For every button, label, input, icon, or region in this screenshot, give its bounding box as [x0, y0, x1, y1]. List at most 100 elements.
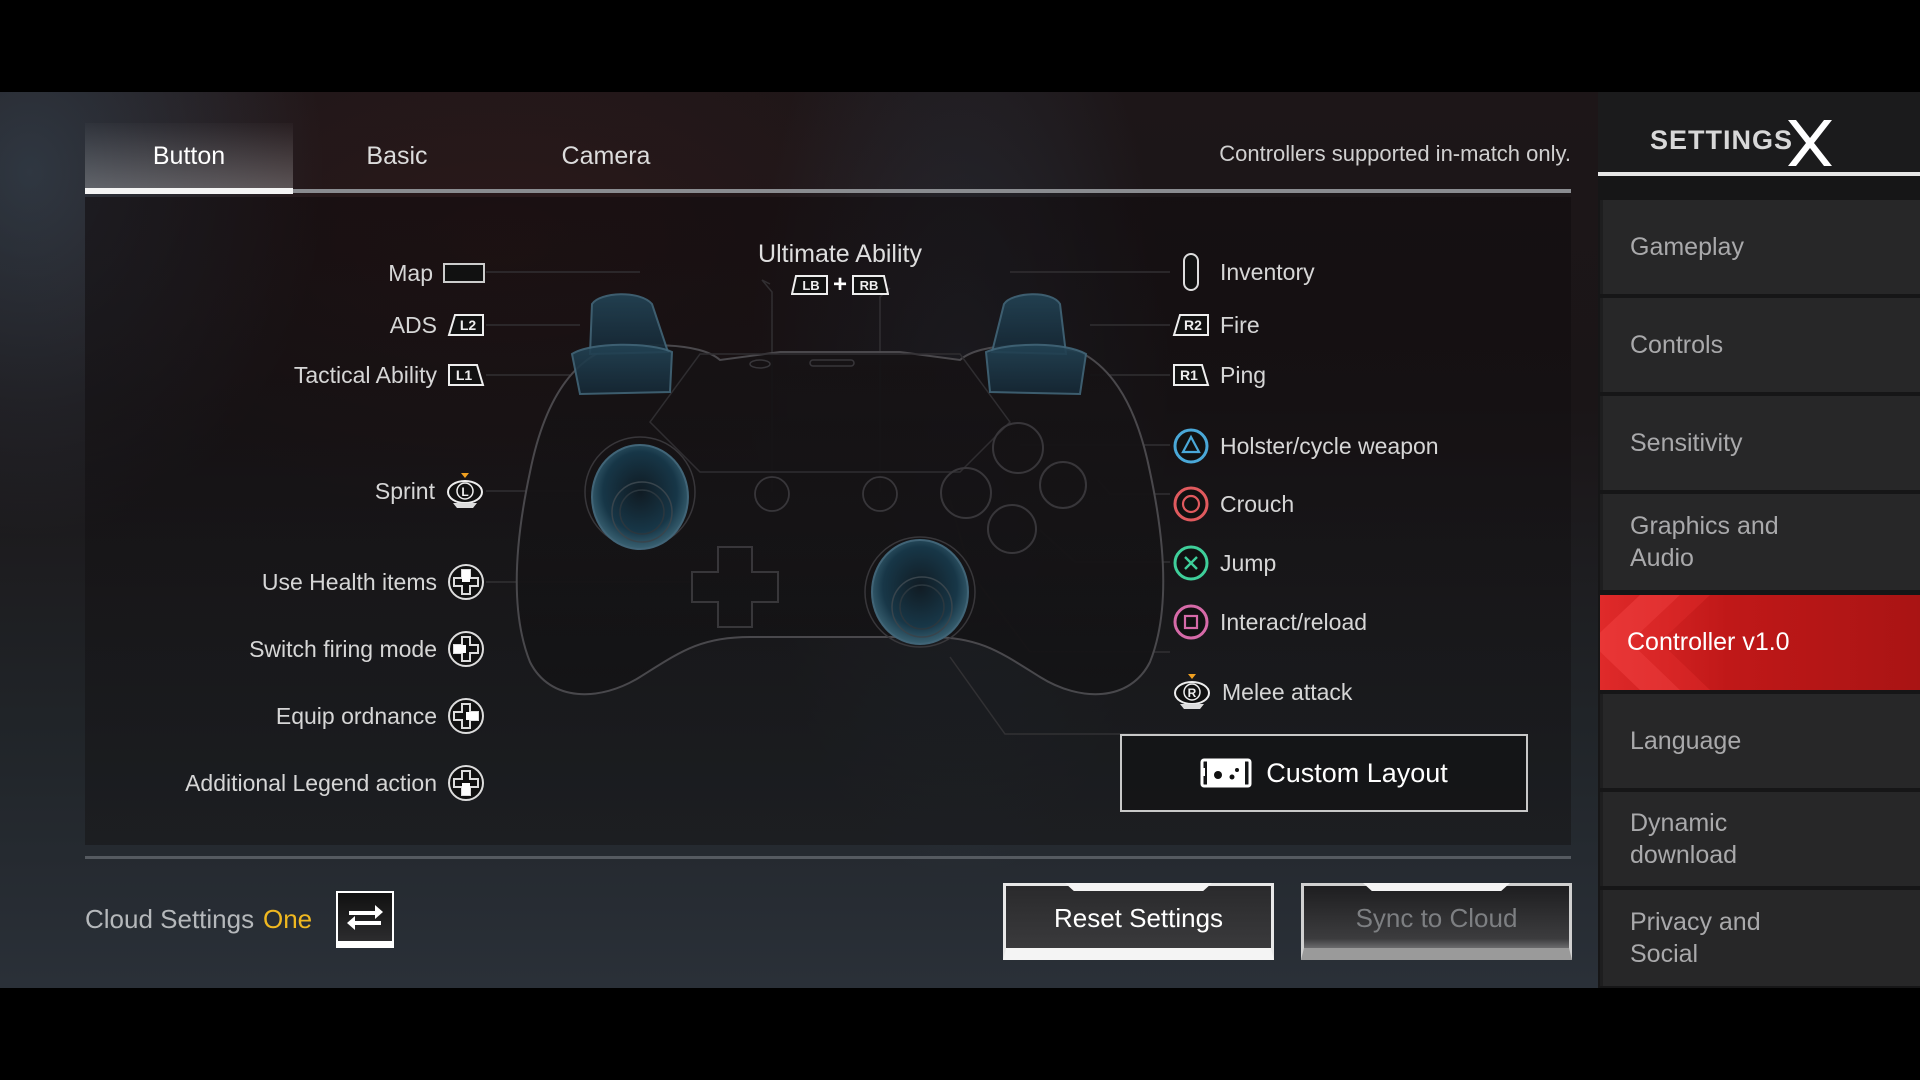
svg-text:R: R [1188, 686, 1197, 700]
l1-bumper-icon: L1 [447, 363, 485, 387]
custom-layout-label: Custom Layout [1266, 757, 1448, 788]
triangle-button-icon [1172, 427, 1210, 465]
ultimate-ability-label: Ultimate Ability [758, 240, 922, 268]
left-stick-press-icon: L [445, 472, 485, 510]
sidebar-item-privacy-and-social[interactable]: Privacy and Social [1600, 890, 1920, 986]
mapping-melee-attack[interactable]: R Melee attack [1172, 672, 1532, 712]
mapping-additional-legend-action[interactable]: Additional Legend action [80, 763, 485, 803]
sync-to-cloud-label: Sync to Cloud [1355, 903, 1518, 933]
cloud-settings-label: Cloud Settings [85, 904, 255, 934]
controllers-note: Controllers supported in-match only. [1219, 141, 1571, 166]
square-button-icon [1172, 603, 1210, 641]
sync-to-cloud-button[interactable]: Sync to Cloud [1301, 883, 1572, 960]
mapping-use-health-items[interactable]: Use Health items [120, 562, 485, 602]
tab-basic[interactable]: Basic [293, 123, 501, 189]
reset-settings-button[interactable]: Reset Settings [1003, 883, 1274, 960]
mapping-tactical-ability[interactable]: Tactical Ability L1 [150, 360, 485, 390]
close-icon [1788, 120, 1832, 166]
sidebar-header-underline [1598, 172, 1920, 176]
mapping-fire[interactable]: R2 Fire [1172, 310, 1532, 340]
circle-button-icon [1172, 485, 1210, 523]
ultimate-ability-mapping: Ultimate Ability LB + RB [720, 240, 960, 301]
letterbox-top [0, 0, 1920, 92]
mapping-label: Crouch [1220, 490, 1295, 517]
sidebar-item-controls[interactable]: Controls [1600, 298, 1920, 392]
settings-stage: Button Basic Camera Controllers supporte… [0, 92, 1598, 988]
mapping-label: Holster/cycle weapon [1220, 432, 1439, 459]
mapping-jump[interactable]: Jump [1172, 543, 1532, 583]
settings-sidebar: SETTINGS Gameplay Controls Sensitivity G… [1598, 92, 1920, 988]
sidebar-item-label: Controller v1.0 [1627, 628, 1790, 657]
close-button[interactable] [1784, 118, 1836, 168]
mapping-sprint[interactable]: Sprint L [150, 472, 485, 510]
tab-camera[interactable]: Camera [501, 123, 711, 189]
mapping-ping[interactable]: R1 Ping [1172, 360, 1532, 390]
cloud-switch-button[interactable] [336, 891, 394, 948]
svg-text:RB: RB [860, 278, 879, 293]
button-notch [1363, 883, 1510, 891]
tab-bar: Button Basic Camera Controllers supporte… [85, 123, 1571, 194]
cross-button-icon [1172, 544, 1210, 582]
mapping-interact-reload[interactable]: Interact/reload [1172, 602, 1532, 642]
tab-camera-label: Camera [561, 141, 651, 170]
svg-text:L1: L1 [456, 367, 473, 383]
tab-basic-label: Basic [366, 141, 428, 170]
sidebar-item-sensitivity[interactable]: Sensitivity [1600, 396, 1920, 490]
mapping-label: Jump [1220, 549, 1277, 576]
plus-sign: + [832, 271, 847, 298]
mapping-label: Sprint [374, 477, 435, 504]
tab-button-label: Button [152, 141, 226, 170]
mapping-label: Interact/reload [1220, 608, 1368, 635]
mapping-crouch[interactable]: Crouch [1172, 484, 1532, 524]
lb-bumper-icon: LB [790, 274, 829, 296]
panel-separator [85, 856, 1571, 859]
sidebar-item-label: Sensitivity [1630, 428, 1743, 457]
dpad-up-icon [447, 563, 485, 601]
sidebar-item-label: Dynamic download [1630, 808, 1738, 870]
reset-settings-label: Reset Settings [1053, 903, 1224, 933]
gamepad-layout-icon [1200, 758, 1252, 788]
sidebar-item-graphics-and-audio[interactable]: Graphics and Audio [1600, 494, 1920, 590]
mapping-label: Ping [1220, 361, 1267, 388]
tab-underline [85, 189, 1571, 193]
l2-trigger-icon: L2 [447, 313, 485, 337]
sidebar-item-label: Graphics and Audio [1630, 511, 1779, 573]
right-stick-press-icon: R [1172, 673, 1212, 711]
sidebar-item-label: Privacy and Social [1630, 907, 1761, 969]
mapping-inventory[interactable]: Inventory [1172, 252, 1532, 292]
sidebar-item-label: Gameplay [1630, 232, 1744, 261]
mapping-label: Fire [1220, 311, 1260, 338]
svg-text:R1: R1 [1180, 367, 1198, 383]
mapping-ads[interactable]: ADS L2 [150, 310, 485, 340]
svg-text:LB: LB [802, 278, 819, 293]
mapping-map[interactable]: Map [150, 258, 485, 288]
mapping-label: Use Health items [261, 568, 437, 595]
r1-bumper-icon: R1 [1172, 363, 1210, 387]
mapping-label: Equip ordnance [275, 702, 437, 729]
sidebar-item-dynamic-download[interactable]: Dynamic download [1600, 792, 1920, 886]
mapping-label: Inventory [1220, 258, 1315, 285]
svg-text:L2: L2 [460, 317, 477, 333]
sidebar-item-controller[interactable]: Controller v1.0 [1600, 595, 1920, 690]
mapping-label: Map [388, 259, 433, 286]
mapping-equip-ordnance[interactable]: Equip ordnance [120, 696, 485, 736]
mapping-label: Switch firing mode [249, 635, 437, 662]
mapping-label: Additional Legend action [185, 769, 437, 796]
dpad-right-icon [447, 697, 485, 735]
mapping-label: Melee attack [1222, 678, 1353, 705]
mapping-switch-firing-mode[interactable]: Switch firing mode [100, 629, 485, 669]
mapping-label: Tactical Ability [293, 361, 437, 388]
dpad-down-icon [447, 764, 485, 802]
sidebar-item-label: Language [1630, 726, 1742, 755]
custom-layout-button[interactable]: Custom Layout [1120, 734, 1528, 812]
letterbox-bottom [0, 988, 1920, 1080]
dpad-left-icon [447, 630, 485, 668]
tab-button[interactable]: Button [85, 123, 293, 189]
sidebar-item-label: Controls [1630, 330, 1724, 359]
settings-title: SETTINGS [1650, 125, 1794, 155]
sidebar-item-gameplay[interactable]: Gameplay [1600, 200, 1920, 294]
mapping-label: ADS [389, 311, 437, 338]
swap-arrows-icon [345, 901, 385, 933]
sidebar-item-language[interactable]: Language [1600, 694, 1920, 788]
mapping-holster-cycle-weapon[interactable]: Holster/cycle weapon [1172, 426, 1532, 466]
